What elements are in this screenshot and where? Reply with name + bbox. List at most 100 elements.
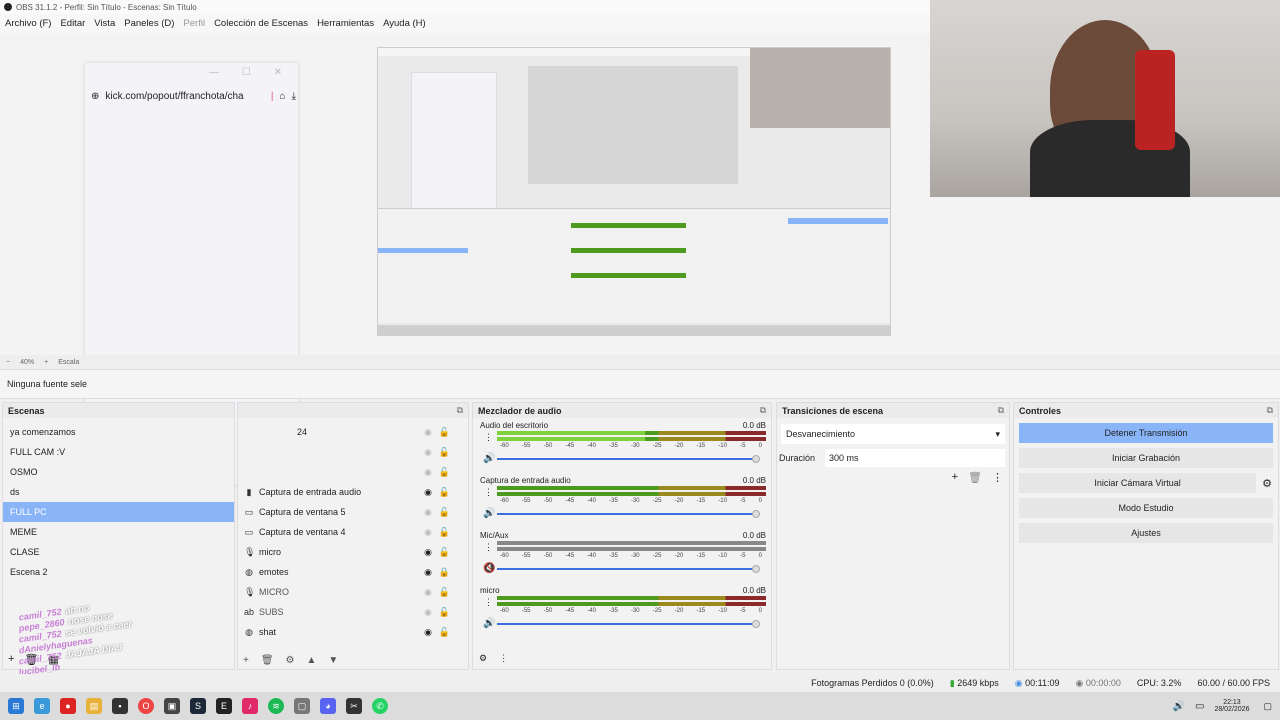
lock-icon[interactable]: 🔓	[439, 627, 450, 638]
tiktok-icon[interactable]: ♪	[242, 698, 258, 714]
menu-vista[interactable]: Vista	[94, 18, 115, 29]
undock-icon[interactable]: ⧉	[457, 405, 463, 416]
remove-transition-button[interactable]: 🗑	[968, 471, 982, 484]
edge-browser-icon[interactable]: e	[34, 698, 50, 714]
volume-slider[interactable]	[497, 455, 760, 463]
eye-icon[interactable]: ◉	[424, 567, 432, 578]
stop-streaming-button[interactable]: Detener Transmisión	[1019, 423, 1273, 443]
move-up-button[interactable]: ▲	[307, 655, 317, 666]
undock-icon[interactable]: ⧉	[760, 405, 766, 416]
eye-icon[interactable]: ◉	[424, 447, 432, 458]
source-item[interactable]: ◉ 🔓	[238, 462, 468, 482]
transition-menu-icon[interactable]: ⋮	[992, 471, 1003, 484]
scene-item[interactable]: MEME	[3, 522, 234, 542]
settings-button[interactable]: Ajustes	[1019, 523, 1273, 543]
volume-slider[interactable]	[497, 565, 760, 573]
gear-icon[interactable]: ⚙	[1262, 477, 1272, 490]
volume-icon[interactable]: 🔊	[483, 508, 495, 519]
eye-icon[interactable]: ◉	[424, 467, 432, 478]
source-item[interactable]: ◉ 🔓	[238, 442, 468, 462]
menu-herramientas[interactable]: Herramientas	[317, 18, 374, 29]
lock-icon[interactable]: 🔓	[439, 467, 450, 478]
epic-games-icon[interactable]: E	[216, 698, 232, 714]
menu-perfil[interactable]: Perfil	[183, 18, 205, 29]
channel-menu-icon[interactable]: ⋮	[484, 487, 493, 498]
capcut-icon[interactable]: ✂	[346, 698, 362, 714]
notification-icon[interactable]: ▢	[1263, 701, 1272, 712]
menu-archivo[interactable]: Archivo (F)	[5, 18, 51, 29]
muted-icon[interactable]: 🔇	[483, 563, 495, 574]
slider-knob[interactable]	[752, 455, 760, 463]
battery-icon[interactable]: ▭	[1195, 701, 1204, 712]
eye-icon[interactable]: ◉	[424, 487, 432, 498]
terminal-icon[interactable]: ▪	[112, 698, 128, 714]
menu-paneles[interactable]: Paneles (D)	[124, 18, 174, 29]
menu-editar[interactable]: Editar	[60, 18, 85, 29]
zoom-in-button[interactable]: +	[44, 359, 48, 366]
mixer-menu-icon[interactable]: ⋮	[499, 653, 508, 664]
lock-icon[interactable]: 🔒	[439, 567, 450, 578]
slider-knob[interactable]	[752, 510, 760, 518]
undock-icon[interactable]: ⧉	[998, 405, 1004, 416]
clock[interactable]: 22:13 28/02/2026	[1214, 699, 1249, 713]
volume-icon[interactable]: 🔊	[1173, 701, 1185, 712]
eye-icon[interactable]: ◉	[424, 507, 432, 518]
lock-icon[interactable]: 🔓	[439, 607, 450, 618]
home-icon[interactable]: ⌂	[280, 91, 286, 102]
eye-icon[interactable]: ◉	[424, 427, 432, 438]
source-item[interactable]: ▮ Captura de entrada audio ◉ 🔓	[238, 482, 468, 502]
discord-icon[interactable]: ◕	[320, 698, 336, 714]
scene-item[interactable]: ds	[3, 482, 234, 502]
source-item[interactable]: ◍ shat ◉ 🔓	[238, 622, 468, 642]
slider-knob[interactable]	[752, 565, 760, 573]
scene-item[interactable]: Escena 2	[3, 562, 234, 582]
volume-slider[interactable]	[497, 620, 760, 628]
eye-icon[interactable]: ◉	[424, 587, 432, 598]
undock-icon[interactable]: ⧉	[1267, 405, 1273, 416]
opera-icon[interactable]: O	[138, 698, 154, 714]
lock-icon[interactable]: 🔓	[439, 587, 450, 598]
menu-coleccion-escenas[interactable]: Colección de Escenas	[214, 18, 308, 29]
scene-item[interactable]: FULL CAM :V	[3, 442, 234, 462]
start-recording-button[interactable]: Iniciar Grabación	[1019, 448, 1273, 468]
lock-icon[interactable]: 🔓	[439, 447, 450, 458]
menu-ayuda[interactable]: Ayuda (H)	[383, 18, 426, 29]
add-transition-button[interactable]: +	[952, 471, 958, 484]
channel-menu-icon[interactable]: ⋮	[484, 432, 493, 443]
app-red-icon[interactable]: ●	[60, 698, 76, 714]
start-virtual-camera-button[interactable]: Iniciar Cámara Virtual	[1019, 473, 1257, 493]
eye-icon[interactable]: ◉	[424, 527, 432, 538]
spotify-icon[interactable]: ≋	[268, 698, 284, 714]
window-controls[interactable]: — ☐ ✕	[209, 67, 292, 78]
windows-start-icon[interactable]: ⊞	[8, 698, 24, 714]
source-item[interactable]: ▭ Captura de ventana 5 ◉ 🔓	[238, 502, 468, 522]
add-scene-button[interactable]: +	[8, 653, 14, 666]
scene-item[interactable]: CLASE	[3, 542, 234, 562]
app-dark-icon[interactable]: ▣	[164, 698, 180, 714]
source-item[interactable]: ab SUBS ◉ 🔓	[238, 602, 468, 622]
volume-icon[interactable]: 🔊	[483, 618, 495, 629]
volume-icon[interactable]: 🔊	[483, 453, 495, 464]
extension-icon[interactable]: |	[271, 91, 274, 102]
whatsapp-icon[interactable]: ✆	[372, 698, 388, 714]
duration-input[interactable]: 300 ms	[825, 449, 1005, 467]
studio-mode-button[interactable]: Modo Estudio	[1019, 498, 1273, 518]
eye-icon[interactable]: ◉	[424, 547, 432, 558]
lock-icon[interactable]: 🔓	[439, 487, 450, 498]
scene-item-selected[interactable]: FULL PC	[3, 502, 234, 522]
source-item[interactable]: 24 ◉ 🔓	[238, 422, 468, 442]
lock-icon[interactable]: 🔓	[439, 547, 450, 558]
move-down-button[interactable]: ▼	[328, 655, 338, 666]
download-icon[interactable]: ⤓	[292, 91, 296, 102]
channel-menu-icon[interactable]: ⋮	[484, 597, 493, 608]
file-explorer-icon[interactable]: ▤	[86, 698, 102, 714]
lock-icon[interactable]: 🔓	[439, 527, 450, 538]
source-item[interactable]: ◍ emotes ◉ 🔒	[238, 562, 468, 582]
remove-source-button[interactable]: 🗑	[261, 655, 274, 666]
url-bar[interactable]: ⊕ kick.com/popout/ffranchota/cha | ⌂ ⤓	[91, 91, 296, 102]
transition-select[interactable]: Desvanecimiento ▾	[781, 424, 1005, 444]
zoom-out-button[interactable]: −	[6, 359, 10, 366]
channel-menu-icon[interactable]: ⋮	[484, 542, 493, 553]
add-source-button[interactable]: +	[243, 655, 249, 666]
mixer-settings-icon[interactable]: ⚙	[479, 653, 487, 664]
